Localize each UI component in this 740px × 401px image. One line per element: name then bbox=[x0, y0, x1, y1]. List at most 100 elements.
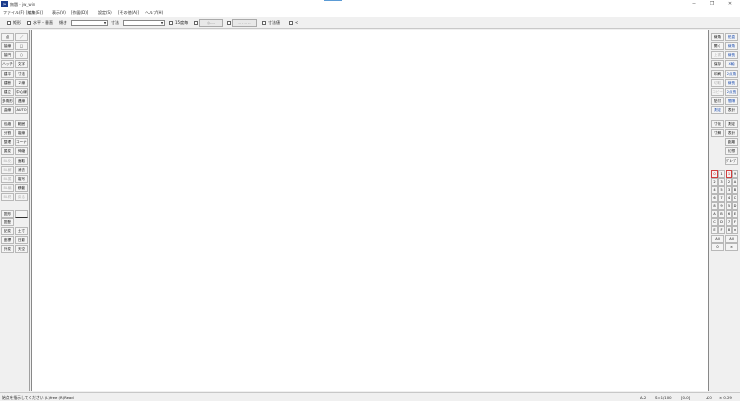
drawing-canvas[interactable] bbox=[31, 30, 709, 391]
left-tool-17-b[interactable]: 戻る bbox=[15, 193, 28, 201]
layer-D[interactable]: D bbox=[732, 202, 738, 210]
right-tool-0-b[interactable]: 鉛直 bbox=[725, 33, 738, 41]
left-tool-5-a[interactable]: 建断 bbox=[1, 79, 14, 87]
layer-A[interactable]: A bbox=[732, 178, 738, 186]
layer-F[interactable]: F bbox=[732, 218, 738, 226]
all-layers-button[interactable]: All bbox=[725, 235, 738, 243]
menu-settings[interactable]: 設定(S) bbox=[98, 9, 112, 17]
right-tool-8-a[interactable]: 測定 bbox=[711, 106, 724, 114]
left-tool-13-b[interactable]: 面取 bbox=[15, 157, 28, 165]
scale-checkbox[interactable] bbox=[169, 21, 173, 25]
left-tool-8-b[interactable]: AUTO bbox=[15, 106, 28, 114]
left-tool-9-b[interactable]: 範囲 bbox=[15, 120, 28, 128]
minimize-icon[interactable]: ─ bbox=[686, 0, 702, 9]
layer-group-3[interactable]: 3 bbox=[718, 178, 725, 186]
layer-group-A[interactable]: A bbox=[711, 210, 718, 218]
menu-draw[interactable]: [作図(D)] bbox=[71, 9, 88, 17]
layer-group-E[interactable]: E bbox=[711, 226, 718, 234]
left-tool-7-b[interactable]: 連線 bbox=[15, 97, 28, 105]
left-tool-10-a[interactable]: 分割 bbox=[1, 129, 14, 137]
layer-group-0[interactable]: 0 bbox=[711, 170, 718, 178]
tilt-combo[interactable]: ▼ bbox=[71, 20, 108, 26]
layer-9[interactable]: 9 bbox=[732, 170, 738, 178]
left-tool-23-b[interactable]: 天空 bbox=[15, 245, 28, 253]
left-tool-10-b[interactable]: 複線 bbox=[15, 129, 28, 137]
layer-B[interactable]: B bbox=[732, 186, 738, 194]
maximize-icon[interactable]: ❐ bbox=[704, 0, 720, 9]
left-tool-1-a[interactable]: 接線 bbox=[1, 42, 14, 50]
menu-other[interactable]: [その他(A)] bbox=[118, 9, 139, 17]
left-tool-4-a[interactable]: 建平 bbox=[1, 70, 14, 78]
right-tool-6-a[interactable]: コピー bbox=[711, 88, 724, 96]
menu-file[interactable]: ファイル(F) bbox=[3, 9, 24, 17]
left-tool-2-b[interactable]: ○ bbox=[15, 51, 28, 59]
layer-group-B[interactable]: B bbox=[718, 210, 725, 218]
left-tool-12-b[interactable]: 伸縮 bbox=[15, 147, 28, 155]
layer-group-7[interactable]: 7 bbox=[718, 194, 725, 202]
status-layer-number[interactable]: [0-0] bbox=[681, 394, 690, 401]
right-tool-0-a[interactable]: 線角 bbox=[711, 33, 724, 41]
left-tool-6-a[interactable]: 建立 bbox=[1, 88, 14, 96]
right-tool-1-a[interactable]: 開く bbox=[711, 42, 724, 50]
left-tool-13-a[interactable]: BL化 bbox=[1, 157, 14, 165]
right-tool-11-b[interactable]: 距離 bbox=[725, 138, 738, 146]
left-tool-8-a[interactable]: 曲線 bbox=[1, 106, 14, 114]
left-tool-9-a[interactable]: 包絡 bbox=[1, 120, 14, 128]
right-tool-7-a[interactable]: 貼付 bbox=[711, 97, 724, 105]
mode2-checkbox[interactable] bbox=[227, 21, 231, 25]
layer-group-F[interactable]: F bbox=[718, 226, 725, 234]
left-tool-16-b[interactable]: 移動 bbox=[15, 184, 28, 192]
menu-help[interactable]: ヘルプ(H) bbox=[145, 9, 163, 17]
status-angle[interactable]: ∠0 bbox=[706, 394, 712, 401]
right-tool-3-b[interactable]: X軸 bbox=[725, 60, 738, 68]
layer-C[interactable]: C bbox=[732, 194, 738, 202]
right-tool-7-b[interactable]: 間隔 bbox=[725, 97, 738, 105]
left-tool-22-a[interactable]: 座標 bbox=[1, 236, 14, 244]
right-tool-9-a[interactable]: 寸化 bbox=[711, 120, 724, 128]
left-tool-0-a[interactable]: 点 bbox=[1, 33, 14, 41]
left-tool-17-a[interactable]: BL終 bbox=[1, 193, 14, 201]
left-tool-21-a[interactable]: 記変 bbox=[1, 227, 14, 235]
mode1-button[interactable]: ◎---- bbox=[199, 19, 223, 27]
left-tool-16-a[interactable]: BL編 bbox=[1, 184, 14, 192]
layer-group-2[interactable]: 2 bbox=[711, 178, 718, 186]
right-tool-12-b[interactable]: 幻想 bbox=[725, 147, 738, 155]
status-scale[interactable]: S=1/100 bbox=[655, 394, 672, 401]
left-tool-7-a[interactable]: 多角形 bbox=[1, 97, 14, 105]
right-tool-13-b[interactable]: ｸﾞﾙｰﾌﾟ bbox=[725, 157, 738, 165]
dim-combo[interactable]: ▼ bbox=[123, 20, 165, 26]
left-tool-3-a[interactable]: ハッチ bbox=[1, 60, 14, 68]
right-tool-2-b[interactable]: 線長 bbox=[725, 51, 738, 59]
layer-group-D[interactable]: D bbox=[718, 218, 725, 226]
right-tool-5-b[interactable]: 線長 bbox=[725, 79, 738, 87]
left-tool-23-a[interactable]: 外変 bbox=[1, 245, 14, 253]
right-tool-4-a[interactable]: 印刷 bbox=[711, 70, 724, 78]
left-tool-2-a[interactable]: 接円 bbox=[1, 51, 14, 59]
close-icon[interactable]: ✕ bbox=[722, 0, 738, 9]
left-tool-3-b[interactable]: 文字 bbox=[15, 60, 28, 68]
layer-group-5[interactable]: 5 bbox=[718, 186, 725, 194]
layer-×[interactable]: × bbox=[732, 226, 738, 234]
right-tool-6-b[interactable]: 2点長 bbox=[725, 88, 738, 96]
layer-group-C[interactable]: C bbox=[711, 218, 718, 226]
left-tool-0-b[interactable]: ／ bbox=[15, 33, 28, 41]
hv-checkbox[interactable] bbox=[27, 21, 31, 25]
left-tool-21-b[interactable]: 土寸 bbox=[15, 227, 28, 235]
left-tool-20-a[interactable]: 図登 bbox=[1, 218, 14, 226]
left-tool-6-b[interactable]: 中心線 bbox=[15, 88, 28, 96]
right-tool-8-b[interactable]: 表計 bbox=[725, 106, 738, 114]
left-tool-15-a[interactable]: BL属 bbox=[1, 175, 14, 183]
right-tool-3-a[interactable]: 保存 bbox=[711, 60, 724, 68]
layer-group-1[interactable]: 1 bbox=[718, 170, 725, 178]
menu-edit[interactable]: [編集(E)] bbox=[26, 9, 43, 17]
mode1-checkbox[interactable] bbox=[194, 21, 198, 25]
layer-group-4[interactable]: 4 bbox=[711, 186, 718, 194]
right-tool-10-a[interactable]: 寸解 bbox=[711, 129, 724, 137]
left-tool-11-b[interactable]: コーナー bbox=[15, 138, 28, 146]
layer-group-6[interactable]: 6 bbox=[711, 194, 718, 202]
all-layer-groups-button[interactable]: All bbox=[711, 235, 724, 243]
left-tool-22-b[interactable]: 日影 bbox=[15, 236, 28, 244]
layer-group-8[interactable]: 8 bbox=[711, 202, 718, 210]
x-button[interactable]: × bbox=[725, 243, 738, 251]
right-tool-5-a[interactable]: 切取 bbox=[711, 79, 724, 87]
